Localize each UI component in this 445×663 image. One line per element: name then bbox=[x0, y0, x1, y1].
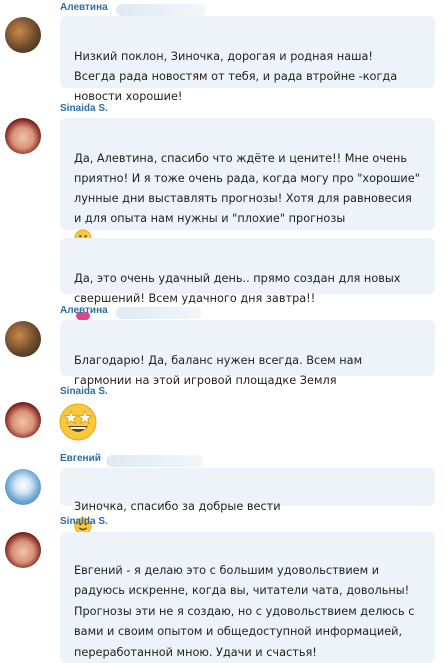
avatar[interactable] bbox=[5, 118, 41, 154]
message-bubble: Да, это очень удачный день.. прямо созда… bbox=[60, 238, 435, 325]
message-text: Евгений - я делаю это с большим удовольс… bbox=[74, 563, 415, 659]
chat-message: Sinaida S. Да, Алевтина, спасибо что ждё… bbox=[0, 100, 445, 325]
message-bubble: Низкий поклон, Зиночка, дорогая и родная… bbox=[60, 16, 435, 103]
avatar[interactable] bbox=[5, 321, 41, 357]
sender-name[interactable]: Евгений bbox=[60, 453, 101, 464]
message-bubble: Благодарю! Да, баланс нужен всегда. Всем… bbox=[60, 320, 435, 387]
blurred-surname bbox=[116, 307, 202, 319]
message-text: Низкий поклон, Зиночка, дорогая и родная… bbox=[74, 50, 398, 103]
avatar[interactable] bbox=[5, 17, 41, 53]
message-text: Да, Алевтина, спасибо что ждёте и цените… bbox=[74, 152, 420, 225]
chat-message: Алевтина Благодарю! Да, баланс нужен все… bbox=[0, 300, 445, 387]
avatar[interactable] bbox=[5, 532, 41, 568]
chat-message: Евгений Зиночка, спасибо за добрые вести bbox=[0, 448, 445, 535]
sender-name[interactable]: Sinaida S. bbox=[60, 103, 108, 114]
avatar[interactable] bbox=[5, 402, 41, 438]
blurred-surname bbox=[106, 455, 204, 467]
message-bubble: Зиночка, спасибо за добрые вести bbox=[60, 468, 435, 535]
chat-message: Sinaida S. bbox=[0, 382, 445, 446]
message-bubble: Да, Алевтина, спасибо что ждёте и цените… bbox=[60, 118, 435, 247]
message-bubble: Евгений - я делаю это с большим удовольс… bbox=[60, 532, 435, 663]
sender-name[interactable]: Sinaida S. bbox=[60, 386, 108, 397]
chat-message: Алевтина Низкий поклон, Зиночка, дорогая… bbox=[0, 0, 445, 103]
avatar[interactable] bbox=[5, 469, 41, 505]
blurred-surname bbox=[116, 4, 206, 16]
sender-name[interactable]: Алевтина bbox=[60, 2, 108, 13]
chat-message: Sinaida S. Евгений - я делаю это с больш… bbox=[0, 512, 445, 663]
sender-name[interactable]: Алевтина bbox=[60, 305, 108, 316]
star-struck-emoji bbox=[59, 403, 97, 441]
sender-name[interactable]: Sinaida S. bbox=[60, 516, 108, 527]
